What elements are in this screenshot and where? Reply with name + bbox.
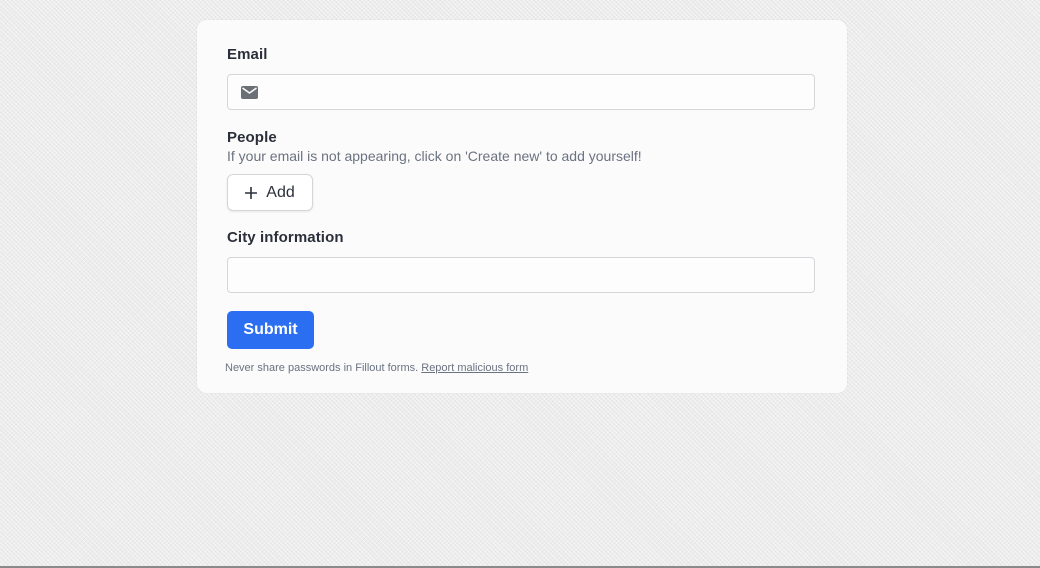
mail-icon xyxy=(241,86,258,99)
city-label: City information xyxy=(227,229,344,246)
submit-button[interactable]: Submit xyxy=(227,311,314,349)
plus-icon xyxy=(245,186,258,199)
city-information-field[interactable] xyxy=(227,257,815,293)
add-button-label: Add xyxy=(266,183,295,201)
password-warning: Never share passwords in Fillout forms. xyxy=(225,362,419,374)
footer-notice: Never share passwords in Fillout forms. … xyxy=(225,362,528,374)
form-card: Email People If your email is not appear… xyxy=(197,20,847,393)
add-person-button[interactable]: Add xyxy=(227,174,313,211)
email-field[interactable] xyxy=(227,74,815,110)
people-label: People xyxy=(227,129,277,146)
email-label: Email xyxy=(227,46,268,63)
report-malicious-form-link[interactable]: Report malicious form xyxy=(421,362,528,374)
people-helper-text: If your email is not appearing, click on… xyxy=(227,148,642,164)
